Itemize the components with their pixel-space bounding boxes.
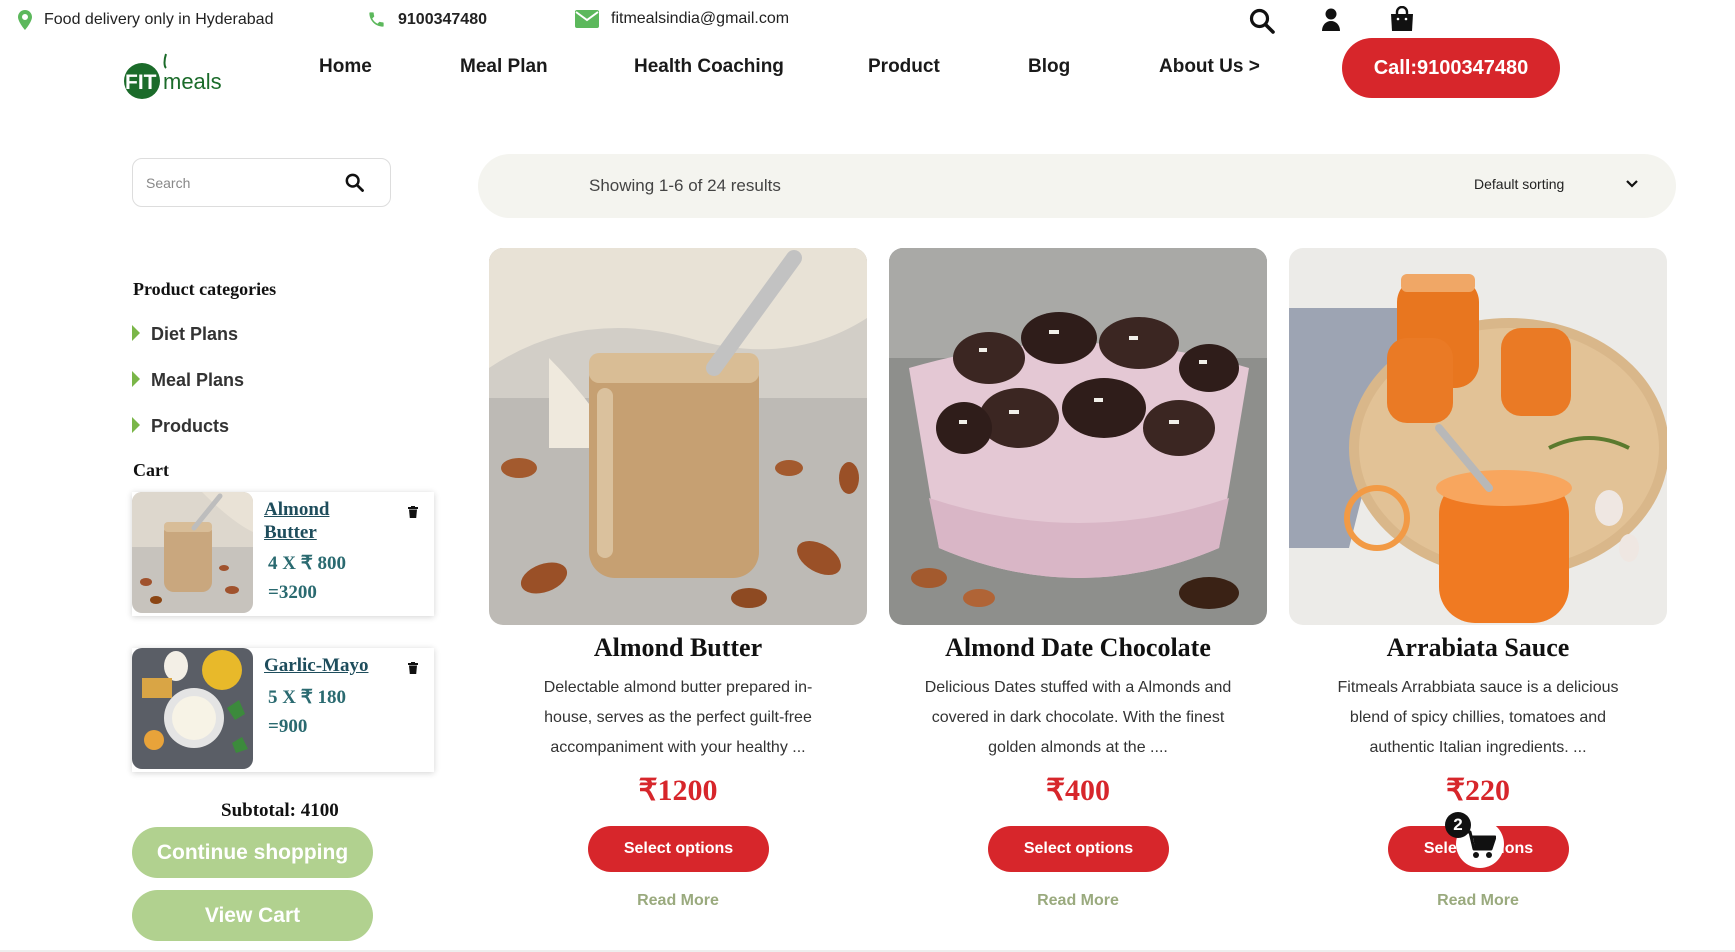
nav-home[interactable]: Home [319,56,372,78]
phone-number: 9100347480 [398,10,487,28]
cart-item-total: =3200 [268,582,317,603]
nav-blog[interactable]: Blog [1028,56,1070,78]
select-options-button[interactable]: Select options [988,826,1169,872]
cart-item: Garlic-Mayo 5 X ₹ 180 =900 [132,648,434,772]
category-label: Products [151,416,230,436]
phone-icon [369,12,384,27]
cart-item-name[interactable]: Almond Butter [264,498,384,544]
email-address: fitmealsindia@gmail.com [611,10,790,27]
logo-fit-text: FIT [125,71,157,94]
cart-icon [1465,830,1496,858]
logo-meals-text: meals [163,69,222,94]
product-description: Delectable almond butter prepared in-hou… [543,679,813,756]
product-search-box [132,158,391,207]
caret-right-icon [132,370,140,387]
cart-item-name[interactable]: Garlic-Mayo [264,654,384,677]
chevron-down-icon [1626,180,1639,188]
product-description: Delicious Dates stuffed with a Almonds a… [924,679,1232,756]
product-card: Almond Date Chocolate Delicious Dates st… [889,248,1267,909]
read-more-link[interactable]: Read More [1289,892,1667,910]
cart-subtotal: Subtotal: 4100 [221,800,339,821]
arrabiata-sauce-image[interactable] [1289,248,1667,625]
select-options-button[interactable]: Select options [588,826,769,872]
cart-item-qty: 4 X ₹ 800 [268,553,347,574]
category-label: Diet Plans [151,324,239,344]
sorting-select[interactable]: Default sorting [1474,176,1639,192]
results-count: Showing 1-6 of 24 results [589,176,781,195]
cart-heading: Cart [133,460,169,480]
read-more-link[interactable]: Read More [489,892,867,910]
cart-item: Almond Butter 4 X ₹ 800 =3200 [132,492,434,616]
fitmeals-logo[interactable]: FIT meals [122,50,222,100]
almond-butter-image[interactable] [489,248,867,625]
cart-item-qty: 5 X ₹ 180 [268,687,347,708]
product-description: Fitmeals Arrabbiata sauce is a delicious… [1337,679,1619,756]
nav-meal-plan[interactable]: Meal Plan [460,56,548,78]
map-pin-icon [18,10,32,30]
product-title[interactable]: Almond Date Chocolate [889,633,1267,663]
delivery-text: Food delivery only in Hyderabad [44,11,274,28]
category-diet-plans[interactable]: Diet Plans [132,324,238,345]
product-card: Almond Butter Delectable almond butter p… [489,248,867,909]
continue-shopping-button[interactable]: Continue shopping [132,827,373,878]
product-title[interactable]: Arrabiata Sauce [1289,633,1667,663]
product-title[interactable]: Almond Butter [489,633,867,663]
nav-health-coaching[interactable]: Health Coaching [634,56,784,78]
caret-right-icon [132,324,140,341]
search-submit-icon[interactable] [345,173,364,192]
trash-icon[interactable] [408,506,418,518]
results-toolbar: Showing 1-6 of 24 results Default sortin… [478,154,1676,218]
search-input[interactable] [146,174,336,191]
delivery-info: Food delivery only in Hyderabad [18,10,273,30]
product-price: ₹220 [1445,774,1511,807]
shopping-bag-icon[interactable] [1390,6,1414,31]
product-price: ₹400 [1045,774,1111,807]
envelope-icon [575,10,599,28]
almond-date-chocolate-image[interactable] [889,248,1267,625]
search-icon[interactable] [1249,8,1275,34]
call-button[interactable]: Call:9100347480 [1342,38,1560,98]
trash-icon[interactable] [408,662,418,674]
user-icon[interactable] [1322,8,1340,31]
product-card: Arrabiata Sauce Fitmeals Arrabbiata sauc… [1289,248,1667,909]
view-cart-button[interactable]: View Cart [132,890,373,941]
caret-right-icon [132,416,140,433]
nav-product[interactable]: Product [868,56,940,78]
email-contact[interactable]: fitmealsindia@gmail.com [575,10,789,28]
sorting-value: Default sorting [1474,176,1565,192]
garlic-mayo-thumbnail [132,648,253,769]
categories-heading: Product categories [133,279,277,299]
cart-count-badge: 2 [1445,812,1471,838]
almond-butter-thumbnail [132,492,253,613]
category-products[interactable]: Products [132,416,229,437]
cart-item-total: =900 [268,716,308,737]
category-label: Meal Plans [151,370,245,390]
phone-contact[interactable]: 9100347480 [367,10,487,29]
nav-about-us[interactable]: About Us > [1159,56,1260,78]
category-meal-plans[interactable]: Meal Plans [132,370,244,391]
product-price: ₹1200 [638,774,718,807]
read-more-link[interactable]: Read More [889,892,1267,910]
